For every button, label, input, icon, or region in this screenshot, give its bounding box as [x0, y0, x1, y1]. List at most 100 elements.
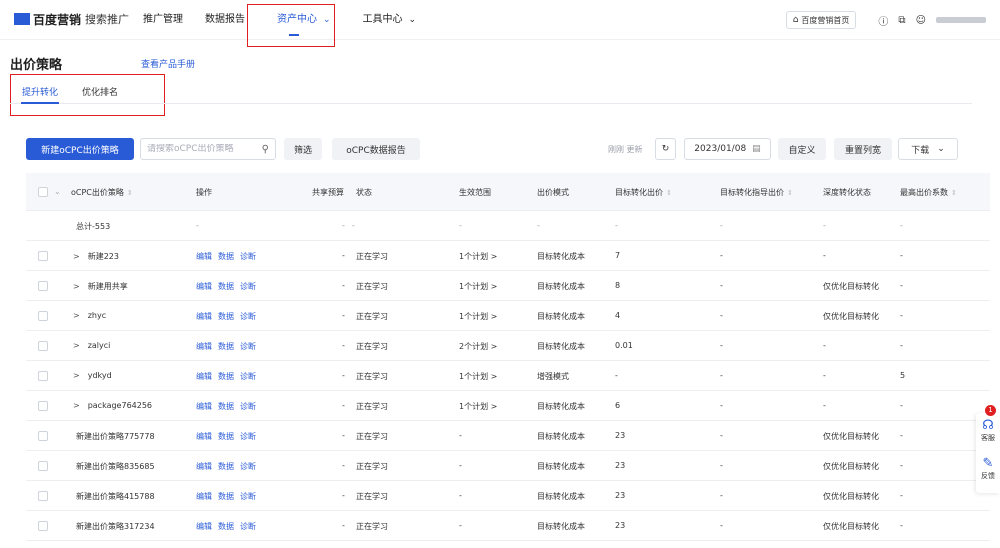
brand-logo[interactable]: 百度营销 搜索推广 [14, 11, 129, 27]
cell-scope[interactable]: 2个计划 > [459, 341, 497, 352]
data-link[interactable]: 数据 [218, 282, 234, 291]
home-button[interactable]: ⌂ 百度营销首页 [785, 11, 857, 29]
row-checkbox[interactable] [38, 431, 48, 441]
diagnose-link[interactable]: 诊断 [240, 342, 256, 351]
feedback-button[interactable]: ✎ 反馈 [976, 457, 1000, 481]
table-row[interactable]: > zalyci 编辑 数据 诊断 - 正在学习 2个计划 > 目标转化成本 0.01 - - - [26, 331, 990, 361]
ocpc-report-button[interactable]: oCPC数据报告 [332, 138, 420, 160]
diagnose-link[interactable]: 诊断 [240, 462, 256, 471]
diagnose-link[interactable]: 诊断 [240, 312, 256, 321]
nav-tools[interactable]: 工具中心 ⌄ [363, 0, 417, 40]
row-checkbox[interactable] [38, 371, 48, 381]
edit-link[interactable]: 编辑 [196, 312, 212, 321]
strategy-name[interactable]: 新建出价策略775778 [76, 431, 155, 442]
strategy-name[interactable]: 新建出价策略835685 [76, 461, 155, 472]
user-account-blurred[interactable] [936, 17, 986, 23]
data-link[interactable]: 数据 [218, 372, 234, 381]
row-checkbox[interactable] [38, 281, 48, 291]
row-checkbox[interactable] [38, 491, 48, 501]
data-link[interactable]: 数据 [218, 492, 234, 501]
strategy-name[interactable]: 新建出价策略317234 [76, 521, 155, 532]
data-link[interactable]: 数据 [218, 432, 234, 441]
header-chevron-down-icon[interactable]: ⌄ [54, 187, 61, 196]
strategy-name[interactable]: > zalyci [73, 341, 110, 350]
cell-scope[interactable]: 1个计划 > [459, 251, 497, 262]
edit-link[interactable]: 编辑 [196, 252, 212, 261]
cell-scope[interactable]: 1个计划 > [459, 311, 497, 322]
strategy-name[interactable]: > ydkyd [73, 371, 112, 380]
expand-chevron-icon[interactable]: > [73, 341, 80, 350]
edit-link[interactable]: 编辑 [196, 402, 212, 411]
table-row[interactable]: > 新建用共享 编辑 数据 诊断 - 正在学习 1个计划 > 目标转化成本 8 - 仅优化目标转化 - [26, 271, 990, 301]
row-checkbox[interactable] [38, 341, 48, 351]
table-row[interactable]: > zhyc 编辑 数据 诊断 - 正在学习 1个计划 > 目标转化成本 4 - 仅优化目标转化 - [26, 301, 990, 331]
manual-link[interactable]: 查看产品手册 [141, 57, 195, 70]
strategy-name[interactable]: 新建出价策略415788 [76, 491, 155, 502]
edit-link[interactable]: 编辑 [196, 432, 212, 441]
edit-link[interactable]: 编辑 [196, 372, 212, 381]
table-row[interactable]: 新建出价策略415788 编辑 数据 诊断 - 正在学习 - 目标转化成本 23 - 仅优化目标转化… [26, 481, 990, 511]
edit-link[interactable]: 编辑 [196, 522, 212, 531]
cell-scope[interactable]: 1个计划 > [459, 371, 497, 382]
custom-button[interactable]: 自定义 [778, 138, 826, 160]
data-link[interactable]: 数据 [218, 462, 234, 471]
table-row[interactable]: > ydkyd 编辑 数据 诊断 - 正在学习 1个计划 > 增强模式 - - - 5 [26, 361, 990, 391]
diagnose-link[interactable]: 诊断 [240, 522, 256, 531]
row-checkbox[interactable] [38, 251, 48, 261]
cell-scope[interactable]: 1个计划 > [459, 401, 497, 412]
data-link[interactable]: 数据 [218, 252, 234, 261]
filter-button[interactable]: 筛选 [284, 138, 322, 160]
create-strategy-button[interactable]: 新建oCPC出价策略 [26, 138, 134, 160]
row-checkbox[interactable] [38, 311, 48, 321]
strategy-name[interactable]: > zhyc [73, 311, 106, 320]
expand-chevron-icon[interactable]: > [73, 371, 80, 380]
diagnose-link[interactable]: 诊断 [240, 492, 256, 501]
row-checkbox[interactable] [38, 461, 48, 471]
copy-icon[interactable]: ⧉ [898, 15, 905, 26]
data-link[interactable]: 数据 [218, 312, 234, 321]
help-icon[interactable]: ⓘ [878, 13, 888, 28]
strategy-name[interactable]: > package764256 [73, 401, 152, 410]
nav-promotion[interactable]: 推广管理 [143, 0, 183, 40]
table-row[interactable]: > package764256 编辑 数据 诊断 - 正在学习 1个计划 > 目标转化成本 6 - -… [26, 391, 990, 421]
edit-link[interactable]: 编辑 [196, 282, 212, 291]
table-row[interactable]: 新建出价策略835685 编辑 数据 诊断 - 正在学习 - 目标转化成本 23 - 仅优化目标转化… [26, 451, 990, 481]
reset-columns-button[interactable]: 重置列宽 [834, 138, 892, 160]
table-row[interactable]: > 新建223 编辑 数据 诊断 - 正在学习 1个计划 > 目标转化成本 7 - - - [26, 241, 990, 271]
diagnose-link[interactable]: 诊断 [240, 402, 256, 411]
edit-link[interactable]: 编辑 [196, 492, 212, 501]
select-all-checkbox[interactable] [38, 187, 48, 197]
expand-chevron-icon[interactable]: > [73, 311, 80, 320]
row-checkbox[interactable] [38, 521, 48, 531]
expand-chevron-icon[interactable]: > [73, 401, 80, 410]
diagnose-link[interactable]: 诊断 [240, 372, 256, 381]
col-target-bid[interactable]: 目标转化出价 ⇕ [615, 187, 672, 198]
download-button[interactable]: 下载 ⌄ [898, 138, 958, 160]
edit-link[interactable]: 编辑 [196, 462, 212, 471]
col-guide-bid[interactable]: 目标转化指导出价 ⇕ [720, 187, 793, 198]
col-max-coef[interactable]: 最高出价系数 ⇕ [900, 187, 957, 198]
date-picker[interactable]: 2023/01/08 ▤ [684, 138, 771, 160]
search-icon[interactable]: ⚲ [262, 144, 269, 155]
col-strategy[interactable]: oCPC出价策略 ⇕ [71, 187, 133, 198]
strategy-name[interactable]: > 新建用共享 [73, 281, 128, 292]
table-row[interactable]: 新建出价策略317234 编辑 数据 诊断 - 正在学习 - 目标转化成本 23 - 仅优化目标转化… [26, 511, 990, 541]
diagnose-link[interactable]: 诊断 [240, 252, 256, 261]
data-link[interactable]: 数据 [218, 402, 234, 411]
data-link[interactable]: 数据 [218, 522, 234, 531]
expand-chevron-icon[interactable]: > [73, 282, 80, 291]
expand-chevron-icon[interactable]: > [73, 252, 80, 261]
data-link[interactable]: 数据 [218, 342, 234, 351]
customer-service-button[interactable]: ☊ 客服 [976, 419, 1000, 443]
nav-report[interactable]: 数据报告 [205, 0, 245, 40]
refresh-button[interactable]: ↻ [655, 138, 676, 160]
cell-scope[interactable]: 1个计划 > [459, 281, 497, 292]
search-input[interactable] [147, 144, 255, 154]
tab-optimize-ranking[interactable]: 优化排名 [82, 85, 118, 98]
strategy-name[interactable]: > 新建223 [73, 251, 119, 262]
edit-link[interactable]: 编辑 [196, 342, 212, 351]
diagnose-link[interactable]: 诊断 [240, 282, 256, 291]
table-row[interactable]: 新建出价策略775778 编辑 数据 诊断 - 正在学习 - 目标转化成本 23 - 仅优化目标转化… [26, 421, 990, 451]
row-checkbox[interactable] [38, 401, 48, 411]
diagnose-link[interactable]: 诊断 [240, 432, 256, 441]
